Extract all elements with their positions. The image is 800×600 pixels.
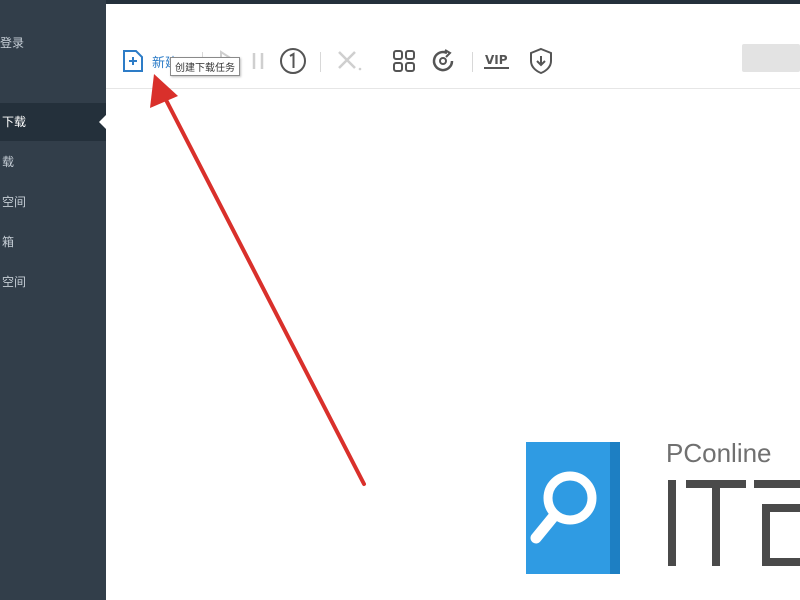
delete-button[interactable] [334, 46, 364, 76]
sidebar: 登录 下载 载 空间 箱 空间 [0, 0, 107, 600]
watermark-brand: PConline [666, 438, 772, 468]
login-link[interactable]: 登录 [0, 34, 24, 51]
shield-icon [526, 46, 556, 76]
grid-view-icon [390, 47, 418, 75]
sidebar-item-label: 下载 [2, 115, 27, 129]
watermark-it-text [666, 474, 800, 574]
pause-icon [248, 48, 268, 74]
sidebar-item-downloading[interactable]: 下载 [0, 103, 107, 141]
security-button[interactable] [526, 46, 556, 76]
search-input[interactable] [742, 44, 800, 72]
pconline-logo [526, 442, 620, 574]
sidebar-item-label: 空间 [2, 275, 27, 289]
grid-view-button[interactable] [390, 46, 418, 76]
sidebar-item-cloud-space[interactable]: 空间 [0, 190, 106, 214]
speed-limit-icon [278, 46, 308, 76]
toolbar-divider [472, 52, 473, 72]
sidebar-item-label: 载 [2, 155, 15, 169]
vip-button[interactable]: VIP [484, 46, 509, 76]
watermark: PConline [486, 428, 800, 600]
vip-icon: VIP [484, 53, 509, 69]
pause-button[interactable] [248, 46, 268, 76]
new-task-tooltip: 创建下载任务 [170, 57, 240, 76]
sidebar-item-downloaded[interactable]: 载 [0, 150, 106, 174]
delete-icon [334, 48, 364, 74]
sidebar-item-label: 箱 [2, 235, 15, 249]
sidebar-item-trash[interactable]: 箱 [0, 230, 106, 254]
sidebar-item-label: 空间 [2, 195, 27, 209]
speed-limit-button[interactable] [278, 46, 308, 76]
new-task-icon [120, 48, 146, 74]
title-bar-edge [106, 0, 800, 4]
toolbar-divider [320, 52, 321, 72]
sidebar-item-private-space[interactable]: 空间 [0, 270, 106, 294]
refresh-icon [428, 46, 458, 76]
refresh-button[interactable] [428, 46, 458, 76]
